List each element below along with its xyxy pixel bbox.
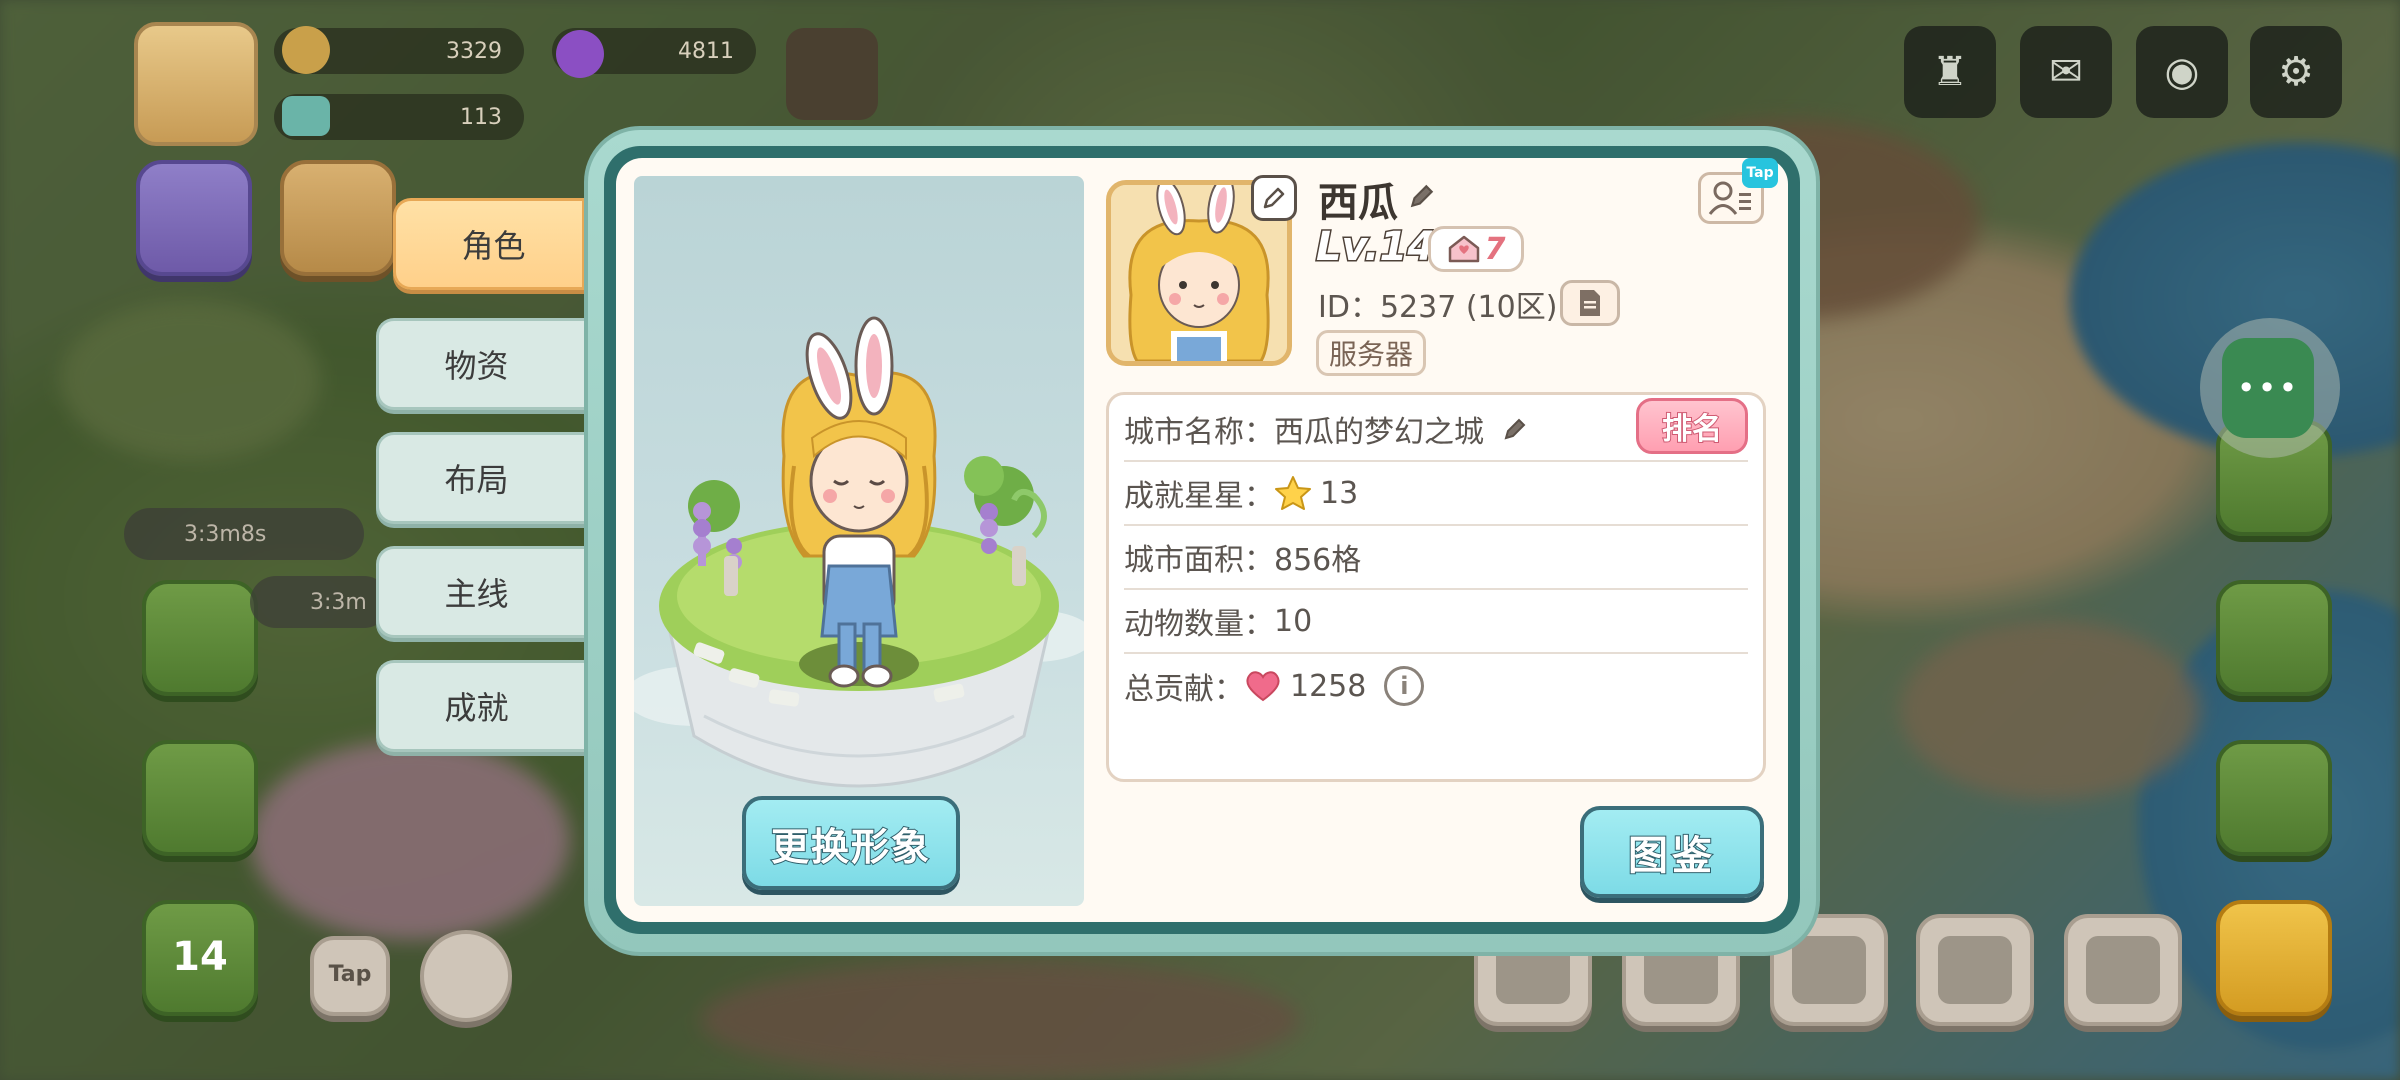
home-level-value: 7 [1484,231,1506,267]
energy-icon [282,96,330,136]
stars-value: 13 [1320,475,1359,511]
right-side-button-3[interactable] [2216,740,2332,856]
pencil-icon [1410,184,1434,208]
timer-pill-1: 3:3m8s [124,508,364,560]
tap-hint-label: Tap [328,962,372,987]
tab-achievement[interactable]: 成就 [376,660,584,752]
energy-counter-value: 113 [460,104,502,130]
stars-value-wrap: 13 [1274,475,1358,511]
edit-portrait-button[interactable] [1251,175,1297,221]
side-gift-button[interactable] [142,580,258,696]
city-name-label: 城市名称： [1124,415,1274,450]
side-level-button[interactable]: 14 [142,900,258,1016]
clock-button[interactable] [420,930,512,1022]
home-level-badge: 7 [1428,226,1524,272]
tab-supplies-label: 物资 [444,347,509,385]
tap-hint-button[interactable]: Tap [310,936,390,1016]
area-value: 856格 [1274,543,1362,578]
player-name: 西瓜 [1318,180,1398,226]
house-icon [1448,235,1479,263]
tab-layout-label: 布局 [444,461,509,499]
side-event-button[interactable] [136,160,252,276]
tap-hint-badge: Tap [1742,158,1778,188]
side-tools-button[interactable] [142,740,258,856]
tab-mainline[interactable]: 主线 [376,546,584,638]
tab-mainline-label: 主线 [444,575,509,613]
floating-menu[interactable]: ••• [2200,318,2340,458]
copy-id-button[interactable] [1560,280,1620,326]
side-shop-button[interactable] [280,160,396,276]
star-icon [1275,476,1311,510]
animals-label: 动物数量： [1124,607,1274,642]
coin-counter-value: 3329 [446,38,502,64]
city-name-value: 西瓜的梦幻之城 [1274,415,1484,450]
tab-character[interactable]: 角色 [393,198,601,290]
pet-icon[interactable] [786,28,878,120]
area-label: 城市面积： [1124,543,1274,578]
more-dots-icon[interactable]: ••• [2222,338,2314,438]
contribution-row: 总贡献： 1258 i [1124,654,1748,718]
stars-label: 成就星星： [1124,479,1274,514]
gem-counter-value: 4811 [678,38,734,64]
gem-icon [556,30,604,78]
bottom-button-4[interactable] [1916,914,2034,1026]
contribution-value-wrap: 1258 i [1244,666,1425,706]
change-appearance-button[interactable]: 更换形象 [742,796,960,890]
camera-icon[interactable]: ◉ [2136,26,2228,118]
stars-row: 成就星星： 13 [1124,462,1748,526]
settings-gear-icon[interactable]: ⚙ [2250,26,2342,118]
player-level: Lv.14 [1314,223,1436,272]
edit-name-button[interactable] [1408,182,1436,214]
building-icon[interactable]: ♜ [1904,26,1996,118]
server-button[interactable]: 服务器 [1316,330,1426,376]
tab-layout[interactable]: 布局 [376,432,584,524]
animals-value: 10 [1274,603,1313,639]
timer-pill-2: 3:3m [250,576,390,628]
player-avatar-hud[interactable] [134,22,258,146]
contribution-label: 总贡献： [1124,672,1244,707]
right-side-button-2[interactable] [2216,580,2332,696]
tab-supplies[interactable]: 物资 [376,318,584,410]
mail-icon[interactable]: ✉ [2020,26,2112,118]
tab-achievement-label: 成就 [444,689,509,727]
area-row: 城市面积： 856格 [1124,526,1748,590]
ranking-button[interactable]: 排名 [1636,398,1748,454]
contribution-value: 1258 [1290,668,1367,704]
timer-pill-1-value: 3:3m8s [184,521,267,547]
timer-pill-2-value: 3:3m [310,589,367,615]
tab-character-label: 角色 [461,227,526,265]
pencil-icon [1263,187,1285,209]
copy-document-icon [1580,290,1600,316]
coin-icon [282,26,330,74]
build-helmet-button[interactable] [2216,900,2332,1016]
pencil-icon[interactable] [1502,416,1528,442]
animals-row: 动物数量： 10 [1124,590,1748,654]
heart-icon [1246,671,1280,702]
atlas-button[interactable]: 图鉴 [1580,806,1764,898]
city-name-value-wrap: 西瓜的梦幻之城 [1274,407,1528,451]
bottom-button-5[interactable] [2064,914,2182,1026]
info-icon[interactable]: i [1384,666,1425,706]
side-level-value: 14 [172,934,228,980]
player-id: ID：5237 (10区) [1318,290,1558,325]
